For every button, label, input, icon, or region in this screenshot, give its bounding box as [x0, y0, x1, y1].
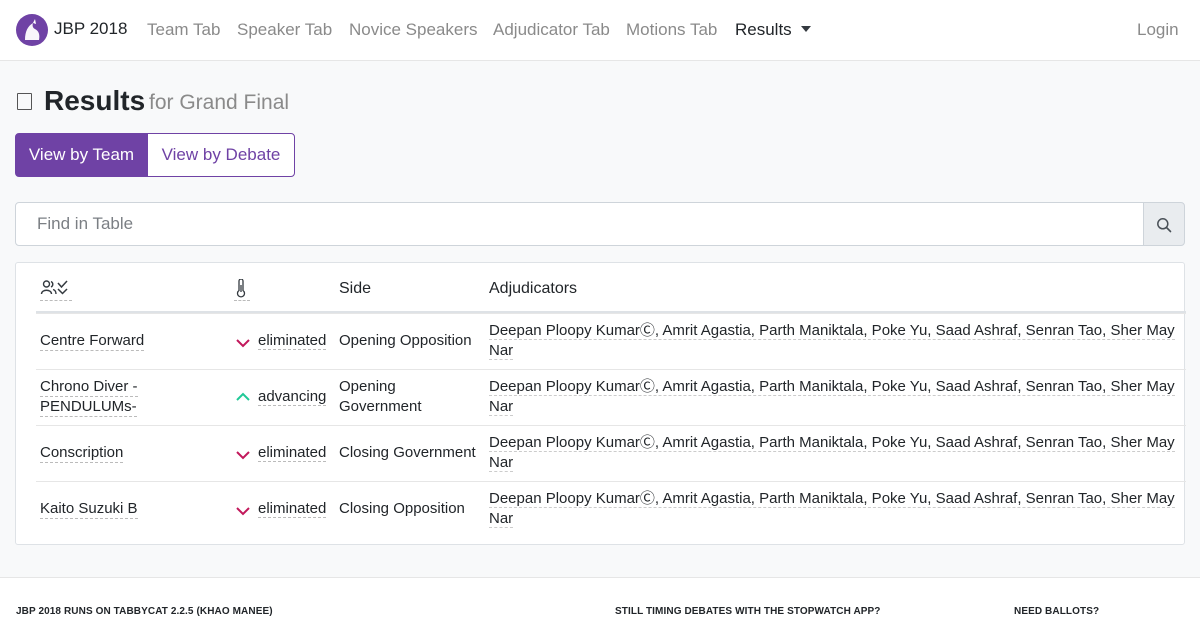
chevron-down-icon [236, 451, 250, 460]
nav-results-label: Results [735, 20, 792, 39]
team-name-text[interactable]: Conscription [40, 444, 124, 463]
team-name[interactable]: Conscription [40, 443, 124, 463]
adjudicators-column-header[interactable]: Adjudicators [489, 279, 577, 299]
team-name-text[interactable]: Kaito Suzuki B [40, 500, 138, 519]
chevron-down-icon [236, 507, 250, 516]
nav-team-tab[interactable]: Team Tab [147, 20, 220, 40]
login-link[interactable]: Login [1137, 20, 1179, 40]
adjudicators-line-1[interactable]: Deepan Ploopy KumarⒸ, Amrit Agastia, Par… [489, 434, 1175, 452]
adjudicators-line-1[interactable]: Deepan Ploopy KumarⒸ, Amrit Agastia, Par… [489, 378, 1175, 396]
result-text: advancing [258, 388, 327, 406]
side-text: Opening [339, 378, 396, 395]
result-status: eliminated [258, 331, 327, 351]
team-name[interactable]: Centre Forward [40, 331, 145, 351]
side-text-line-2: Government [339, 397, 422, 415]
adjudicators-cell[interactable]: Deepan Ploopy KumarⒸ, Amrit Agastia, Par… [489, 377, 1179, 416]
results-table-card: Side Adjudicators Centre Forward elimina… [15, 262, 1186, 545]
side-column-header[interactable]: Side [339, 279, 371, 299]
side-cell: Closing Government [339, 444, 476, 461]
nav-motions-tab[interactable]: Motions Tab [626, 20, 717, 40]
adjudicators-line-1[interactable]: Deepan Ploopy KumarⒸ, Amrit Agastia, Par… [489, 322, 1175, 340]
nav-adjudicator-tab[interactable]: Adjudicator Tab [493, 20, 610, 40]
nav-novice-speakers[interactable]: Novice Speakers [349, 20, 478, 40]
brand[interactable]: JBP 2018 [16, 14, 127, 46]
adjudicators-line-2[interactable]: Nar [489, 453, 514, 472]
nav-speaker-tab[interactable]: Speaker Tab [237, 20, 332, 40]
search-icon [1157, 218, 1172, 233]
view-by-team-button[interactable]: View by Team [15, 133, 148, 177]
chevron-down-icon [236, 339, 250, 348]
team-name-text[interactable]: Chrono Diver - [40, 378, 138, 397]
view-by-debate-button[interactable]: View by Debate [147, 133, 295, 177]
top-navbar: JBP 2018 Team Tab Speaker Tab Novice Spe… [0, 0, 1200, 61]
team-column-header[interactable] [40, 279, 72, 301]
team-name-text-line-2[interactable]: PENDULUMs- [40, 397, 137, 417]
adjudicators-cell[interactable]: Deepan Ploopy KumarⒸ, Amrit Agastia, Par… [489, 433, 1179, 472]
caret-down-icon [800, 26, 811, 32]
footer-version-text: JBP 2018 RUNS ON TABBYCAT 2.2.5 (KHAO MA… [16, 606, 273, 617]
nav-results-dropdown[interactable]: Results [735, 20, 811, 40]
table-search-input[interactable] [15, 202, 1144, 246]
footer-ballots-heading: NEED BALLOTS? [1014, 606, 1100, 617]
square-icon [17, 93, 32, 110]
adjudicators-line-2[interactable]: Nar [489, 341, 514, 360]
side-cell: Opening Government [339, 377, 484, 416]
adjudicators-cell[interactable]: Deepan Ploopy KumarⒸ, Amrit Agastia, Par… [489, 321, 1179, 360]
result-status: eliminated [258, 499, 327, 519]
adjudicators-line-1[interactable]: Deepan Ploopy KumarⒸ, Amrit Agastia, Par… [489, 490, 1175, 508]
team-name[interactable]: Kaito Suzuki B [40, 499, 138, 519]
result-text: eliminated [258, 444, 327, 462]
adjudicators-line-2[interactable]: Nar [489, 509, 514, 528]
result-column-header[interactable] [234, 278, 250, 301]
adjudicators-line-2[interactable]: Nar [489, 397, 514, 416]
team-advancement-icon [40, 280, 68, 295]
team-name[interactable]: Chrono Diver - PENDULUMs- [40, 377, 170, 417]
result-text: eliminated [258, 332, 327, 350]
footer-stopwatch-heading: STILL TIMING DEBATES WITH THE STOPWATCH … [615, 606, 881, 617]
page-subtitle: for Grand Final [149, 91, 290, 114]
side-cell: Closing Opposition [339, 500, 465, 517]
result-status: advancing [258, 387, 327, 407]
tabbycat-logo-icon [16, 14, 48, 46]
adjudicators-cell[interactable]: Deepan Ploopy KumarⒸ, Amrit Agastia, Par… [489, 489, 1179, 528]
result-status: eliminated [258, 443, 327, 463]
page-title: Results [44, 85, 146, 116]
footer: JBP 2018 RUNS ON TABBYCAT 2.2.5 (KHAO MA… [0, 577, 1200, 630]
chevron-up-icon [236, 392, 250, 401]
search-button[interactable] [1143, 202, 1185, 246]
result-text: eliminated [258, 500, 327, 518]
side-cell: Opening Opposition [339, 332, 472, 349]
brand-name: JBP 2018 [54, 19, 128, 38]
team-name-text[interactable]: Centre Forward [40, 332, 145, 351]
thermometer-icon [236, 278, 246, 298]
